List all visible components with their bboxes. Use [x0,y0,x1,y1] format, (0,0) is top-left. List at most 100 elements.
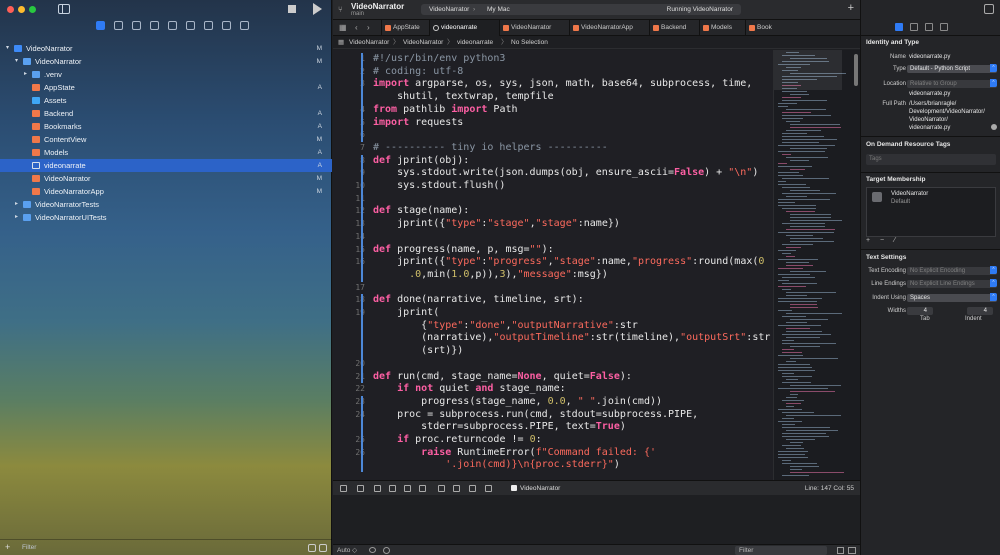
code-area[interactable]: #!/usr/bin/env python3 # coding: utf-8 imp… [373,50,773,480]
code-line[interactable]: .0,min(1.0,p)),3),"message":msg}) [373,269,608,280]
code-line[interactable]: # coding: utf-8 [373,66,463,77]
navigator-item[interactable]: ▾ VideoNarrator M [0,55,332,68]
file-inspector-icon[interactable] [895,23,903,31]
debug-console[interactable] [333,495,860,544]
navigator-item[interactable]: Assets [0,94,332,107]
step-over-icon[interactable] [389,485,396,492]
info-icon[interactable] [383,547,390,554]
stop-button[interactable] [288,5,296,13]
edit-target-button[interactable]: ⁄ [894,237,895,244]
code-line[interactable]: import requests [373,117,463,128]
code-line[interactable]: # ---------- tiny io helpers ---------- [373,142,608,153]
run-destination[interactable]: My Mac [487,4,510,15]
code-line[interactable]: raise RuntimeError(f"Command failed: {' [373,447,656,458]
remove-target-button[interactable]: − [880,237,884,244]
trash-icon[interactable] [837,547,844,554]
find-navigator-icon[interactable] [150,21,159,30]
code-line[interactable]: {"type":"done","outputNarrative":str [373,320,638,331]
test-navigator-icon[interactable] [186,21,195,30]
recent-files-filter-icon[interactable] [308,544,316,552]
disclosure-closed-icon[interactable]: ▸ [15,211,18,224]
branch-name[interactable]: main [351,11,364,17]
library-add-button[interactable]: + [848,2,854,14]
navigator-item[interactable]: VideoNarrator M [0,172,332,185]
pause-icon[interactable] [357,485,364,492]
accessibility-icon[interactable] [940,23,948,31]
editor-tab[interactable]: AppState [381,20,429,36]
debug-navigator-icon[interactable] [204,21,213,30]
source-control-icon[interactable] [114,21,123,30]
code-line[interactable]: if not quiet and stage_name: [373,383,566,394]
output-mode-selector[interactable]: Auto ◇ [337,546,357,554]
simulate-location-icon[interactable] [485,485,492,492]
navigator-item[interactable]: Models A [0,146,332,159]
add-file-button[interactable]: + [5,542,10,552]
breadcrumb-file[interactable]: videonarrate [457,36,493,49]
code-line[interactable]: (srt)}) [373,345,463,356]
tags-input[interactable]: Tags [866,154,996,165]
editor-scrollbar[interactable] [854,54,858,86]
source-editor[interactable]: 1234567891011121314151617181920212223242… [333,50,773,480]
source-control-change-bar[interactable] [361,294,363,384]
text-encoding-popup[interactable]: No Explicit Encoding [907,266,997,275]
navigator-item[interactable]: ▾ VideoNarrator M [0,42,332,55]
navigator-item[interactable]: Bookmarks A [0,120,332,133]
history-inspector-icon[interactable] [910,23,918,31]
code-line[interactable]: progress(stage_name, 0.0, " ".join(cmd)) [373,396,662,407]
breadcrumb-symbol[interactable]: No Selection [511,36,548,49]
location-popup[interactable]: Relative to Group [907,79,997,88]
code-line[interactable]: def run(cmd, stage_name=None, quiet=Fals… [373,371,632,382]
quick-help-icon[interactable] [925,23,933,31]
issue-navigator-icon[interactable] [168,21,177,30]
code-line[interactable]: jprint({"type":"stage","stage":name}) [373,218,620,229]
editor-tab[interactable]: VideoNarrator [499,20,569,36]
code-line[interactable]: def stage(name): [373,205,469,216]
code-line[interactable]: proc = subprocess.run(cmd, stdout=subpro… [373,409,698,420]
line-endings-popup[interactable]: No Explicit Line Endings [907,279,997,288]
close-window-button[interactable] [7,6,14,13]
symbol-navigator-icon[interactable] [132,21,141,30]
disclosure-open-icon[interactable]: ▾ [15,55,18,68]
tab-width-stepper[interactable]: 4 [907,307,933,315]
minimize-window-button[interactable] [18,6,25,13]
source-control-change-bar[interactable] [361,154,363,282]
indent-width-stepper[interactable]: 4 [967,307,993,315]
code-line[interactable]: def jprint(obj): [373,155,469,166]
indent-using-popup[interactable]: Spaces [907,293,997,302]
forward-arrow-icon[interactable]: › [367,23,370,32]
memory-graph-icon[interactable] [453,485,460,492]
code-line[interactable]: sys.stdout.write(json.dumps(obj, ensure_… [373,167,758,178]
code-line[interactable]: import argparse, os, sys, json, math, ba… [373,78,752,89]
line-number-gutter[interactable]: 1234567891011121314151617181920212223242… [333,50,369,480]
disclosure-closed-icon[interactable]: ▸ [24,68,27,81]
editor-tab[interactable]: Models [699,20,745,36]
target-name[interactable]: VideoNarrator [891,191,928,197]
code-line[interactable]: sys.stdout.flush() [373,180,505,191]
navigator-item[interactable]: VideoNarratorApp M [0,185,332,198]
navigator-item[interactable]: Backend A [0,107,332,120]
sidebar-toggle-icon[interactable] [58,4,70,14]
back-arrow-icon[interactable]: ‹ [355,23,358,32]
split-view-icon[interactable] [848,547,856,554]
code-line[interactable]: from pathlib import Path [373,104,518,115]
code-line[interactable]: shutil, textwrap, tempfile [373,91,554,102]
related-items-icon[interactable]: ▦ [338,36,344,49]
source-control-change-bar[interactable] [361,53,363,142]
code-line[interactable]: def done(narrative, timeline, srt): [373,294,584,305]
code-line[interactable]: (narrative),"outputTimeline":str(timelin… [373,332,770,343]
code-line[interactable]: jprint( [373,307,439,318]
view-hierarchy-icon[interactable] [438,485,445,492]
code-line[interactable]: '.join(cmd)}\n{proc.stderr}") [373,459,620,470]
scheme-selector[interactable]: VideoNarrator › My Mac Running VideoNarr… [421,4,741,15]
editor-tab[interactable]: Book [745,20,775,36]
code-line[interactable]: if proc.returncode != 0: [373,434,542,445]
source-control-change-bar[interactable] [361,395,363,473]
minimap-viewport[interactable] [774,50,842,90]
line-number[interactable]: 17 [335,283,365,292]
minimap[interactable] [773,50,860,480]
editor-tab[interactable]: videonarrate [429,20,499,36]
continue-icon[interactable] [374,485,381,492]
project-navigator-icon[interactable] [96,21,105,30]
navigator-item[interactable]: AppState A [0,81,332,94]
scheme-name[interactable]: VideoNarrator [429,4,469,15]
